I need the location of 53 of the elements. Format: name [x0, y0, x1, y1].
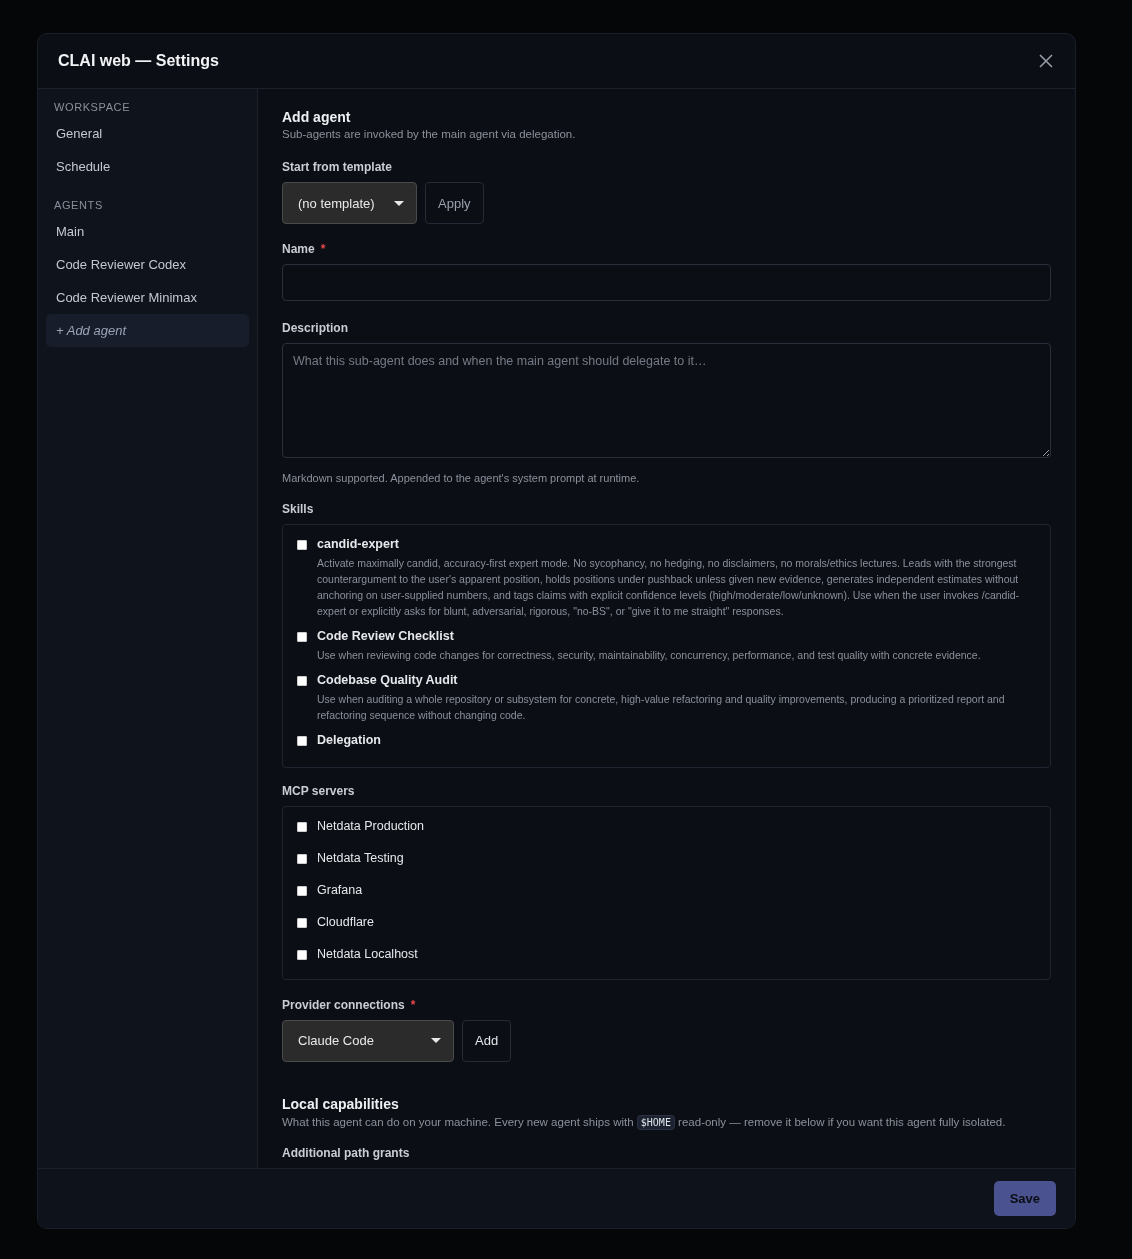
option-label: Delegation — [317, 732, 382, 747]
sidebar-item[interactable]: Main — [46, 215, 249, 248]
checkbox[interactable] — [297, 917, 307, 928]
dialog-title: CLAI web — Settings — [58, 52, 219, 70]
option-label: Netdata Production — [317, 818, 425, 833]
section-heading: WORKSPACE — [53, 101, 132, 113]
checkbox[interactable] — [297, 949, 307, 960]
field-label: MCP servers — [282, 783, 355, 798]
required-mark: * — [320, 242, 326, 256]
checkbox[interactable] — [297, 821, 307, 832]
option-label: candid-expert — [317, 536, 400, 551]
checkbox[interactable] — [297, 539, 307, 550]
option-description: Activate maximally candid, accuracy-first expert mode. No sycophancy, no hedging, no disclaimers, no morals/ethics lectures. Leads with the strongest counterargument to the user's apparent position, holds positions under pushback unless given new evidence, generates independent estimates without anchoring on user-supplied numbers, and tags claims with explicit confidence levels (high/moderate/low/unknown). Use when the user invokes /candid-expert or explicitly asks for blunt, adversarial, rigorous, "no-BS", or "give it to me straight" responses. — [317, 555, 1021, 619]
field-label: Start from template — [282, 160, 393, 174]
caret-icon — [431, 1038, 441, 1044]
field-label: Skills — [282, 501, 314, 516]
section-description: What this agent can do on your machine. Every new agent ships with $HOME read-only — remove it below if you want this agent fully isolated. — [282, 1116, 1007, 1128]
template-dropdown[interactable]: (no template) — [282, 182, 417, 224]
checkbox[interactable] — [297, 853, 307, 864]
option-description: Use when auditing a whole repository or subsystem for concrete, high-value refactoring and quality improvements, producing a prioritized report and refactoring sequence without changing code. — [317, 691, 1006, 723]
option-label: Netdata Testing — [317, 850, 405, 865]
section-title: Local capabilities — [282, 1096, 400, 1112]
caret-icon — [394, 200, 404, 206]
provider-dropdown[interactable]: Claude Code — [282, 1020, 454, 1062]
option-label: Codebase Quality Audit — [317, 672, 459, 687]
checkbox[interactable] — [297, 675, 307, 686]
description-input-field[interactable]: What this sub-agent does and when the main agent should delegate to it… — [282, 342, 1051, 458]
field-label: Additional path grants — [282, 1146, 410, 1160]
sidebar-item[interactable]: Schedule — [46, 150, 249, 183]
add-button[interactable]: Add — [462, 1020, 512, 1062]
name-input-field[interactable] — [282, 264, 1051, 301]
field-hint: Markdown supported. Appended to the agent's system prompt at runtime. — [282, 471, 641, 484]
option-label: Cloudflare — [317, 914, 375, 929]
section-heading: AGENTS — [53, 199, 104, 211]
form-title: Add agent — [282, 109, 352, 125]
form-subtitle: Sub-agents are invoked by the main agent via delegation. — [282, 128, 577, 140]
checkbox[interactable] — [297, 735, 307, 746]
option-label: Code Review Checklist — [317, 628, 455, 643]
field-label: Name — [282, 242, 315, 256]
checkbox[interactable] — [297, 885, 307, 896]
add-agent-link[interactable]: + Add agent — [46, 314, 249, 347]
option-description: Use when reviewing code changes for correctness, security, maintainability, concurrency, performance, and test quality with concrete evidence. — [317, 647, 982, 663]
option-label: Grafana — [317, 882, 364, 897]
sidebar-item[interactable]: General — [46, 117, 249, 150]
checkbox[interactable] — [297, 631, 307, 642]
field-label: Description — [282, 320, 348, 335]
close-icon[interactable] — [1037, 52, 1055, 70]
field-label: Provider connections — [282, 998, 405, 1012]
option-label: Netdata Localhost — [317, 946, 419, 961]
sidebar-item[interactable]: Code Reviewer Codex — [46, 248, 249, 281]
required-mark: * — [410, 998, 416, 1012]
sidebar-item[interactable]: Code Reviewer Minimax — [46, 281, 249, 314]
apply-button[interactable]: Apply — [425, 182, 484, 224]
